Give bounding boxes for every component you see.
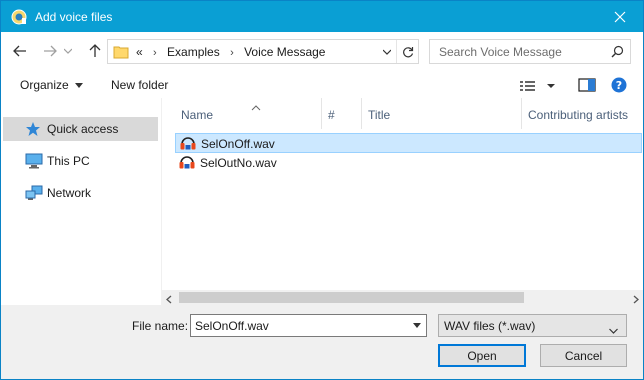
nav-item-quick-access[interactable]: Quick access	[3, 117, 158, 141]
window-title: Add voice files	[35, 10, 113, 24]
column-header-label: Name	[181, 108, 214, 122]
folder-icon	[113, 44, 129, 62]
back-button[interactable]	[9, 40, 31, 62]
up-button[interactable]	[84, 40, 106, 62]
nav-item-label: This PC	[47, 154, 90, 168]
breadcrumb-item-examples[interactable]: Examples	[167, 45, 220, 59]
organize-button[interactable]: Organize	[20, 78, 83, 92]
help-button[interactable]: ?	[611, 77, 627, 93]
network-icon	[25, 185, 43, 204]
refresh-icon	[402, 46, 413, 57]
organize-label: Organize	[20, 78, 69, 92]
file-name: SelOnOff.wav	[201, 137, 275, 151]
nav-item-label: Quick access	[47, 122, 119, 136]
search-input[interactable]: Search Voice Message	[439, 45, 562, 59]
close-icon	[614, 11, 626, 22]
preview-pane-button[interactable]	[578, 77, 596, 93]
file-name: SelOutNo.wav	[200, 156, 277, 170]
app-icon	[11, 9, 27, 25]
file-name-label: File name:	[132, 319, 189, 333]
file-type-select[interactable]: WAV files (*.wav)	[438, 314, 627, 337]
open-button[interactable]: Open	[438, 344, 526, 367]
arrow-right-icon	[44, 45, 57, 57]
cancel-button[interactable]: Cancel	[540, 344, 627, 367]
breadcrumb-item-voice-message[interactable]: Voice Message	[244, 45, 325, 59]
file-name-value[interactable]: SelOnOff.wav	[195, 319, 269, 333]
search-icon[interactable]	[611, 45, 624, 61]
file-name-field[interactable]: SelOnOff.wav	[190, 314, 427, 337]
toolbar: Organize New folder ?	[1, 72, 643, 98]
navigation-pane: Quick access This PC Network	[1, 98, 161, 305]
computer-icon	[25, 153, 43, 172]
details-view-icon	[520, 81, 555, 91]
sort-ascending-icon	[251, 100, 261, 114]
help-icon: ?	[611, 77, 627, 93]
refresh-button[interactable]	[396, 40, 418, 63]
arrow-left-icon	[13, 45, 26, 57]
column-header-label: Contributing artists	[528, 108, 629, 122]
list-item[interactable]: SelOutNo.wav	[175, 153, 642, 173]
forward-button[interactable]	[39, 40, 61, 62]
column-header-label: #	[328, 108, 335, 122]
audio-file-icon	[179, 136, 197, 154]
nav-item-this-pc[interactable]: This PC	[3, 149, 158, 173]
nav-item-network[interactable]: Network	[3, 181, 158, 205]
scrollbar-thumb[interactable]	[179, 292, 524, 303]
caret-down-icon	[74, 83, 83, 89]
audio-file-icon	[178, 155, 196, 173]
recent-locations-button[interactable]	[61, 40, 75, 62]
arrow-up-icon	[89, 44, 101, 57]
file-dialog-window: Add voice files « › Examples › Voice Mes…	[0, 0, 644, 380]
column-header-title[interactable]: Title	[362, 98, 522, 129]
column-header-name[interactable]: Name	[171, 98, 322, 129]
breadcrumb-separator-icon[interactable]: ›	[153, 47, 157, 59]
column-header-number[interactable]: #	[322, 98, 362, 129]
column-header-contributing-artists[interactable]: Contributing artists	[522, 98, 643, 129]
file-type-value: WAV files (*.wav)	[444, 319, 536, 333]
file-list: Name # Title Contributing artists SelOnO…	[162, 98, 643, 290]
address-bar[interactable]: « › Examples › Voice Message	[107, 39, 419, 64]
breadcrumb: « › Examples › Voice Message	[136, 45, 325, 59]
svg-text:?: ?	[616, 79, 622, 92]
close-button[interactable]	[597, 1, 643, 32]
breadcrumb-separator-icon[interactable]: ›	[230, 47, 234, 59]
chevron-down-icon	[609, 323, 618, 337]
chevron-down-icon	[383, 49, 391, 55]
change-view-button[interactable]	[519, 78, 559, 94]
dialog-footer: File name: SelOnOff.wav WAV files (*.wav…	[1, 305, 643, 379]
list-item[interactable]: SelOnOff.wav	[175, 133, 642, 153]
new-folder-button[interactable]: New folder	[111, 78, 168, 92]
star-icon	[25, 121, 41, 140]
breadcrumb-overflow[interactable]: «	[136, 45, 143, 59]
navigation-row: « › Examples › Voice Message Search Voic…	[1, 32, 643, 72]
column-header-label: Title	[368, 108, 391, 122]
search-box[interactable]: Search Voice Message	[429, 39, 631, 64]
chevron-down-icon	[64, 48, 72, 54]
preview-pane-icon	[578, 78, 596, 92]
nav-item-label: Network	[47, 186, 92, 200]
title-bar[interactable]: Add voice files	[1, 1, 643, 32]
horizontal-scrollbar[interactable]	[162, 290, 643, 305]
address-dropdown-button[interactable]	[380, 44, 394, 60]
chevron-down-icon[interactable]	[413, 323, 421, 328]
